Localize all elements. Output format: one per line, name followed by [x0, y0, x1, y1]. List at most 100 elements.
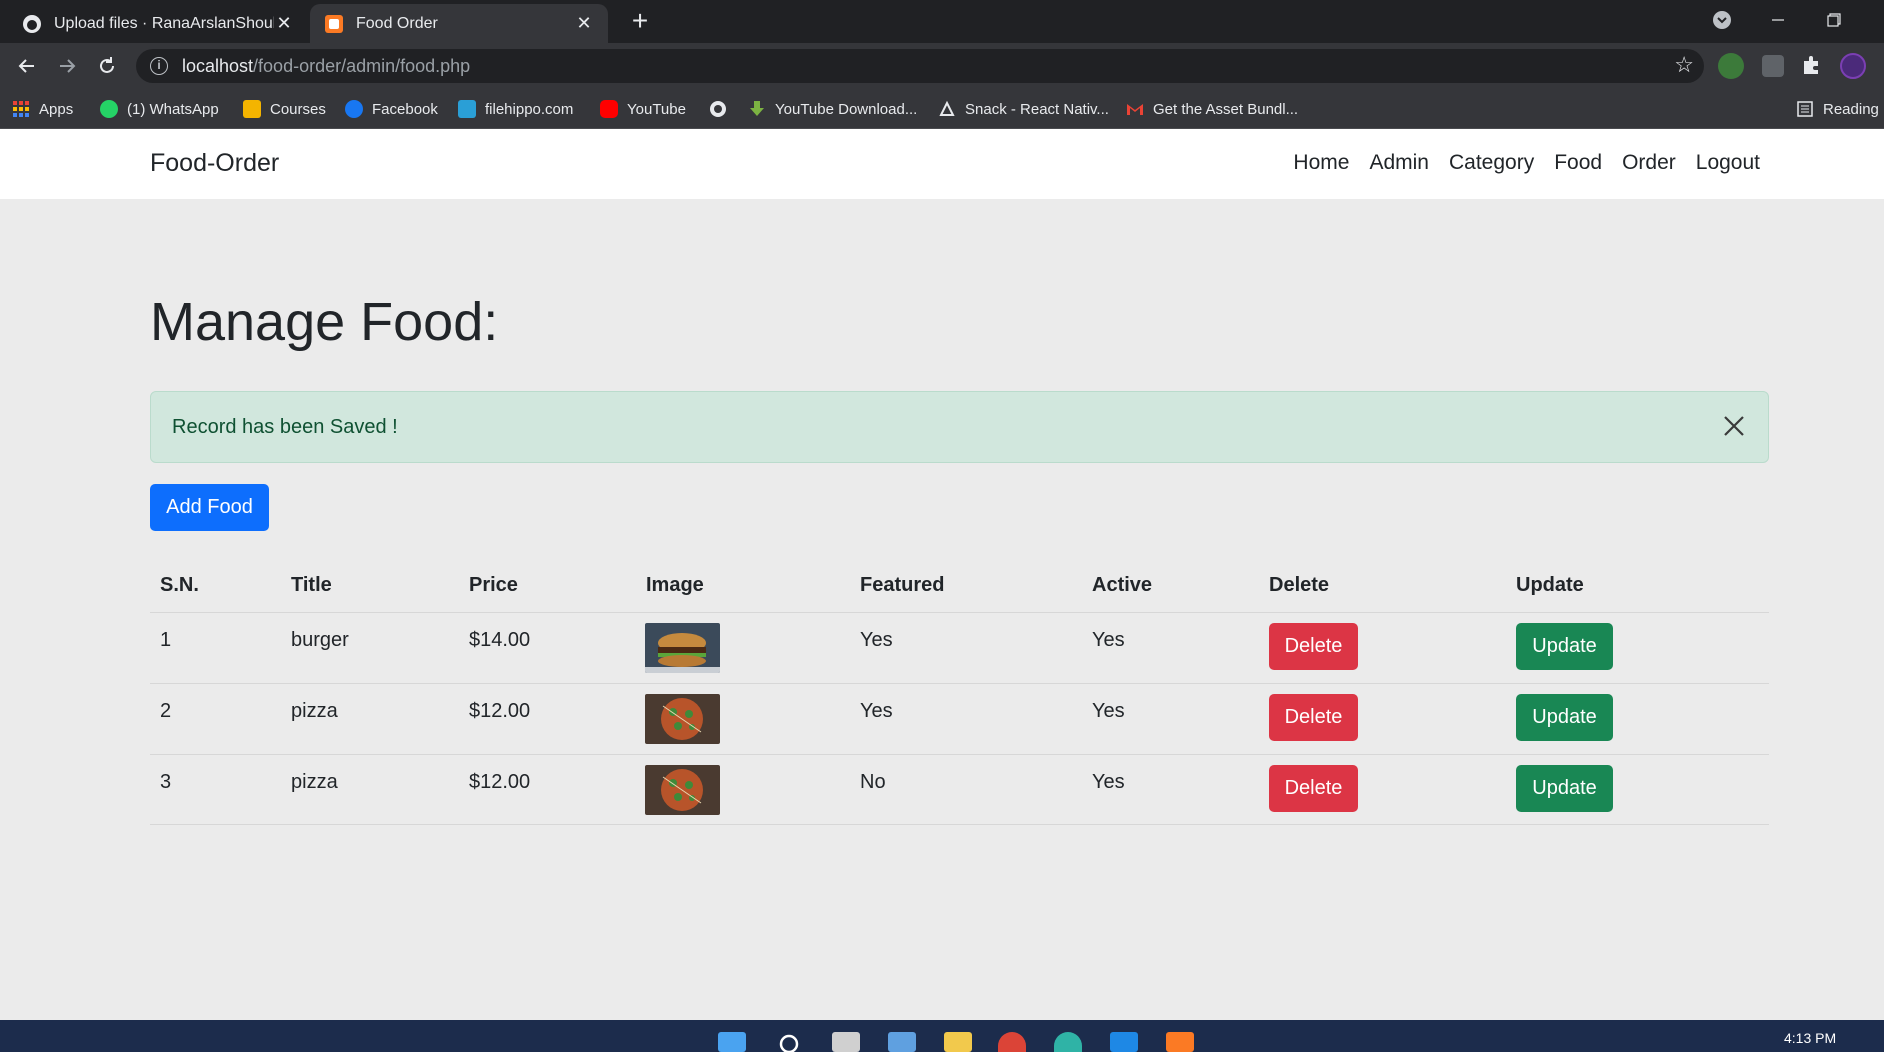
bookmark-label: Facebook: [372, 100, 438, 118]
bookmark-label: Snack - React Nativ...: [965, 100, 1109, 118]
bookmark-youtube-download[interactable]: YouTube Download...: [748, 97, 917, 121]
nav-logout[interactable]: Logout: [1696, 151, 1760, 175]
github-icon: [23, 14, 41, 33]
bookmark-apps[interactable]: Apps: [12, 97, 73, 121]
cell-sn: 3: [160, 771, 172, 793]
nav-links: Home Admin Category Food Order Logout: [1293, 151, 1760, 175]
column-header-title: Title: [291, 574, 332, 596]
delete-button[interactable]: Delete: [1269, 623, 1358, 670]
close-icon[interactable]: [1718, 410, 1750, 442]
forward-arrow-icon[interactable]: [52, 51, 82, 81]
delete-button[interactable]: Delete: [1269, 765, 1358, 812]
page-title: Manage Food:: [150, 292, 499, 352]
clock-time: 4:13 PM: [1784, 1030, 1837, 1046]
bookmarks-bar: Apps (1) WhatsApp Courses Facebook fileh…: [0, 89, 1884, 129]
cell-price: $12.00: [469, 700, 531, 722]
column-header-featured: Featured: [860, 574, 945, 596]
address-bar[interactable]: i localhost/food-order/admin/food.php ☆: [136, 49, 1704, 83]
gmail-icon: [1127, 104, 1143, 115]
bookmark-filehippo[interactable]: filehippo.com: [458, 97, 573, 121]
reload-icon[interactable]: [92, 51, 122, 81]
bookmark-youtube[interactable]: YouTube: [600, 97, 686, 121]
vscode-icon[interactable]: [1110, 1032, 1138, 1052]
page-content: Food-Order Home Admin Category Food Orde…: [0, 129, 1884, 1020]
bookmark-label: (1) WhatsApp: [127, 100, 219, 118]
file-explorer-icon[interactable]: [944, 1032, 972, 1052]
burger-image: [645, 623, 720, 673]
nav-order[interactable]: Order: [1622, 151, 1676, 175]
whatsapp-icon: [100, 100, 118, 118]
bookmark-whatsapp[interactable]: (1) WhatsApp: [100, 97, 219, 121]
profile-avatar[interactable]: [1840, 53, 1866, 79]
reading-list-label: Reading: [1823, 100, 1879, 118]
reading-list-icon: [1797, 101, 1813, 117]
bookmark-label: Courses: [270, 100, 326, 118]
cell-active: Yes: [1092, 771, 1125, 793]
tab-food-order[interactable]: Food Order ✕: [310, 4, 608, 43]
chrome-icon[interactable]: [998, 1032, 1026, 1052]
bookmark-star-icon[interactable]: ☆: [1674, 52, 1694, 78]
pizza-image: [645, 765, 720, 815]
delete-button[interactable]: Delete: [1269, 694, 1358, 741]
cell-sn: 2: [160, 700, 172, 722]
site-brand[interactable]: Food-Order: [150, 149, 279, 178]
tab-search-icon[interactable]: [1694, 0, 1750, 40]
column-header-active: Active: [1092, 574, 1153, 596]
bookmark-label: YouTube: [627, 100, 686, 118]
widgets-icon[interactable]: [888, 1032, 916, 1052]
success-alert: Record has been Saved !: [150, 391, 1769, 463]
courses-icon: [243, 100, 261, 118]
restore-icon[interactable]: [1806, 0, 1862, 40]
close-tab-icon[interactable]: ✕: [574, 13, 594, 34]
cell-title: burger: [291, 629, 349, 651]
add-food-button[interactable]: Add Food: [150, 484, 269, 531]
tab-title: Food Order: [356, 14, 438, 32]
tab-title: Upload files · RanaArslanShoukat: [54, 14, 274, 32]
bookmark-facebook[interactable]: Facebook: [345, 97, 438, 121]
site-navbar: Food-Order Home Admin Category Food Orde…: [0, 129, 1884, 199]
apps-grid-icon: [13, 101, 29, 117]
site-info-icon[interactable]: i: [150, 57, 168, 75]
minimize-icon[interactable]: [1750, 0, 1806, 40]
column-header-update: Update: [1516, 574, 1584, 596]
reading-list[interactable]: Reading: [1796, 97, 1879, 121]
cell-price: $12.00: [469, 771, 531, 793]
bookmark-asset-bundle[interactable]: Get the Asset Bundl...: [1126, 97, 1298, 121]
nav-category[interactable]: Category: [1449, 151, 1534, 175]
nav-home[interactable]: Home: [1293, 151, 1349, 175]
windows-start-icon[interactable]: [718, 1032, 746, 1052]
nav-food[interactable]: Food: [1554, 151, 1602, 175]
close-tab-icon[interactable]: ✕: [274, 13, 294, 34]
table-row: 3 pizza $12.00 No Yes Delete Update: [150, 754, 1769, 825]
pen-extension-icon[interactable]: [1762, 55, 1784, 77]
xampp-icon: [325, 14, 343, 33]
browser-toolbar: i localhost/food-order/admin/food.php ☆: [0, 43, 1884, 89]
new-tab-button[interactable]: +: [624, 6, 656, 38]
task-view-icon[interactable]: [832, 1032, 860, 1052]
tab-github-upload[interactable]: Upload files · RanaArslanShoukat ✕: [8, 4, 308, 43]
update-button[interactable]: Update: [1516, 623, 1613, 670]
bookmark-snack[interactable]: Snack - React Nativ...: [938, 97, 1109, 121]
search-icon[interactable]: [776, 1032, 804, 1052]
extension-icon[interactable]: [1718, 53, 1744, 79]
update-button[interactable]: Update: [1516, 765, 1613, 812]
bookmark-globe[interactable]: [709, 97, 736, 121]
bookmark-label: Apps: [39, 100, 74, 118]
puzzle-extensions-icon[interactable]: [1800, 53, 1826, 79]
back-arrow-icon[interactable]: [12, 51, 42, 81]
os-taskbar: 4:13 PM: [0, 1020, 1884, 1052]
update-button[interactable]: Update: [1516, 694, 1613, 741]
bookmark-courses[interactable]: Courses: [243, 97, 326, 121]
cell-title: pizza: [291, 700, 338, 722]
nav-admin[interactable]: Admin: [1369, 151, 1429, 175]
bookmark-label: filehippo.com: [485, 100, 574, 118]
globe-icon: [710, 101, 726, 117]
edge-icon[interactable]: [1054, 1032, 1082, 1052]
browser-tab-strip: Upload files · RanaArslanShoukat ✕ Food …: [0, 0, 1884, 43]
url-host: localhost: [182, 55, 254, 76]
column-header-delete: Delete: [1269, 574, 1330, 596]
xampp-icon[interactable]: [1166, 1032, 1194, 1052]
cell-active: Yes: [1092, 629, 1125, 651]
column-header-image: Image: [646, 574, 704, 596]
download-icon: [750, 101, 764, 116]
